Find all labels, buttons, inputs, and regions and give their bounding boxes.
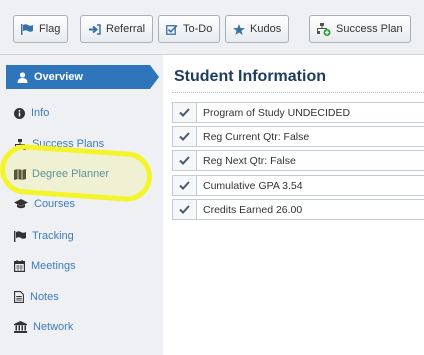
institution-icon [14,321,27,333]
sidebar-item-label: Success Plans [32,138,105,150]
todo-button[interactable]: To-Do [158,15,221,43]
referral-button[interactable]: Referral [80,15,154,43]
success-plan-button[interactable]: Success Plan [309,15,411,43]
check-icon [173,200,197,219]
sidebar-item-meetings[interactable]: Meetings [0,254,150,278]
info-row: Reg Next Qtr: False [172,150,424,171]
calendar-icon [14,260,25,272]
sidebar-item-label: Tracking [32,230,74,242]
info-icon [14,107,25,119]
sidebar-item-label: Notes [30,291,59,303]
map-icon [14,168,26,180]
success-plan-button-label: Success Plan [336,23,403,35]
flag-icon [14,230,26,242]
info-row-text: Reg Next Qtr: False [203,154,296,167]
title-divider [172,92,424,93]
flag-icon [21,23,33,35]
todo-button-label: To-Do [183,23,213,35]
todo-checkbox-icon [166,24,178,35]
sidebar-item-label: Courses [34,198,75,210]
sidebar-item-degree-planner[interactable]: Degree Planner [0,162,150,186]
active-item-arrow [150,65,159,89]
check-icon [173,151,197,170]
graduation-cap-icon [14,199,28,209]
info-row: Cumulative GPA 3.54 [172,175,424,196]
sidebar-item-label: Degree Planner [32,168,110,180]
kudos-button-label: Kudos [250,23,282,35]
flag-button-label: Flag [39,23,61,35]
page-title: Student Information [174,68,326,85]
sitemap-icon [14,138,26,150]
sidebar-item-tracking[interactable]: Tracking [0,224,150,248]
sidebar-item-courses[interactable]: Courses [0,192,150,216]
referral-icon [89,23,101,35]
info-row-text: Reg Current Qtr: False [203,130,310,143]
sidebar-item-notes[interactable]: Notes [0,285,150,309]
sidebar-item-network[interactable]: Network [0,315,150,339]
user-icon [17,71,28,83]
action-toolbar: Flag Referral To-Do Kudos Success Plan [0,0,424,55]
info-row: Credits Earned 26.00 [172,199,424,220]
info-row-text: Program of Study UNDECIDED [203,106,351,119]
info-row: Reg Current Qtr: False [172,126,424,147]
check-icon [173,103,197,122]
sidebar-item-label: Overview [34,71,83,83]
referral-button-label: Referral [106,23,146,35]
star-icon [233,23,245,35]
sidebar-item-info[interactable]: Info [0,101,150,125]
sidebar-item-success-plans[interactable]: Success Plans [0,132,150,156]
sidebar-item-label: Network [33,321,74,333]
check-icon [173,176,197,195]
info-row-text: Credits Earned 26.00 [203,203,303,216]
info-row: Program of Study UNDECIDED [172,102,424,123]
sidebar-item-overview[interactable]: Overview [6,65,150,89]
success-plan-icon [317,22,331,36]
kudos-button[interactable]: Kudos [225,15,290,43]
check-icon [173,127,197,146]
flag-button[interactable]: Flag [13,15,69,43]
sidebar-item-label: Meetings [31,260,76,272]
info-row-text: Cumulative GPA 3.54 [203,179,303,192]
notes-icon [14,291,24,303]
sidebar-item-label: Info [31,107,50,119]
